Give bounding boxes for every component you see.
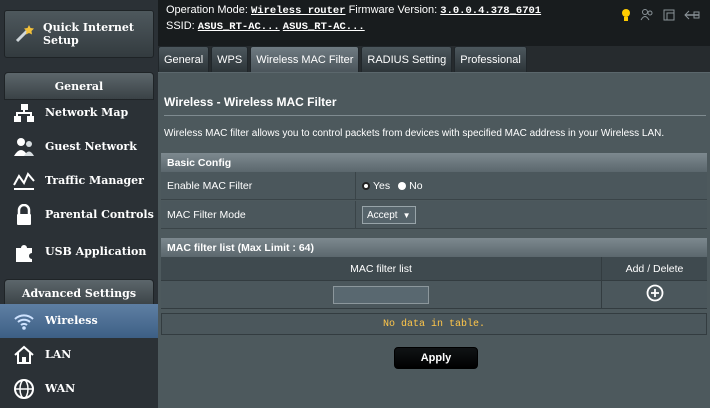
operation-mode-label: Operation Mode: [166,4,248,16]
magic-wand-icon [11,21,37,47]
mac-input-row [161,281,707,309]
mac-filter-mode-cell: Accept ▼ [355,201,707,229]
enable-mac-filter-options: Yes No [355,172,707,200]
sidebar-item-label: Parental Controls [45,208,154,221]
radio-yes-dot [362,182,370,190]
add-button[interactable] [646,284,664,307]
sidebar-item-label: Traffic Manager [45,174,144,187]
usb-status-icon[interactable] [662,8,676,27]
ssid-link-2[interactable]: ASUS_RT-AC... [283,21,365,33]
home-icon [11,342,37,368]
notification-bulb-icon[interactable] [620,8,632,27]
mac-filter-mode-value: Accept [367,209,398,221]
sidebar-item-wireless[interactable]: Wireless [0,304,158,338]
tab-radius-setting[interactable]: RADIUS Setting [361,46,453,72]
col-mac-filter-list: MAC filter list [350,263,412,275]
lock-icon [11,202,37,228]
radio-no-label: No [409,180,423,192]
sidebar-item-label: WAN [45,382,76,395]
sidebar-item-network-map[interactable]: Network Map [0,96,158,130]
radio-no[interactable]: No [398,180,423,192]
sidebar-item-parental-controls[interactable]: Parental Controls [0,198,158,232]
page-title: Wireless - Wireless MAC Filter [164,95,337,109]
sidebar-item-guest-network[interactable]: Guest Network [0,130,158,164]
tab-professional[interactable]: Professional [454,46,527,72]
puzzle-icon [11,239,37,265]
guest-network-icon [11,134,37,160]
col-add-delete: Add / Delete [601,257,707,281]
quick-internet-setup-button[interactable]: Quick Internet Setup [4,10,154,58]
globe-icon [11,376,37,402]
sidebar-item-label: LAN [45,348,72,361]
empty-table-message: No data in table. [161,313,707,335]
ssid-label: SSID: [166,20,195,32]
enable-mac-filter-label: Enable MAC Filter [167,180,253,192]
firmware-version-link[interactable]: 3.0.0.4.378_6701 [440,5,541,17]
mac-list-columns: MAC filter list Add / Delete [161,257,707,281]
network-map-icon [11,100,37,126]
tab-wps[interactable]: WPS [211,46,249,72]
tab-bar: General WPS Wireless MAC Filter RADIUS S… [158,46,529,72]
advanced-settings-header: Advanced Settings [4,279,154,307]
traffic-manager-icon [11,168,37,194]
enable-mac-filter-row: Enable MAC Filter Yes No [161,172,707,200]
sidebar-item-traffic-manager[interactable]: Traffic Manager [0,164,158,198]
operation-mode-link[interactable]: Wireless router [251,5,346,17]
radio-no-dot [398,182,407,190]
quick-setup-label: Quick Internet Setup [43,21,135,47]
mac-filter-mode-select[interactable]: Accept ▼ [362,206,416,224]
status-icons [620,8,700,27]
chevron-down-icon: ▼ [402,210,411,220]
add-cell [601,281,707,309]
tab-wireless-mac-filter[interactable]: Wireless MAC Filter [250,46,360,72]
operation-mode-line: Operation Mode: Wireless router Firmware… [166,4,541,17]
apply-button[interactable]: Apply [394,347,478,369]
plus-circle-icon [646,284,663,301]
sidebar-item-lan[interactable]: LAN [0,338,158,372]
network-status-icon[interactable] [684,8,700,27]
firmware-label: Firmware Version: [348,4,438,16]
sidebar-item-label: USB Application [45,245,147,258]
sidebar-item-label: Guest Network [45,140,137,153]
mac-filter-mode-row: MAC Filter Mode Accept ▼ [161,201,707,229]
title-divider [164,115,706,116]
mac-filter-mode-label: MAC Filter Mode [167,209,246,221]
mac-address-input[interactable] [333,286,429,304]
radio-yes[interactable]: Yes [362,180,390,192]
main-panel: Wireless - Wireless MAC Filter Wireless … [158,72,710,408]
sidebar-item-wan[interactable]: WAN [0,372,158,406]
clients-icon[interactable] [640,8,654,27]
sidebar: Quick Internet Setup General Network Map… [0,0,158,408]
mac-filter-list-header: MAC filter list (Max Limit : 64) [161,238,707,257]
wifi-icon [11,308,37,334]
page-description: Wireless MAC filter allows you to contro… [164,128,665,139]
ssid-link-1[interactable]: ASUS_RT-AC... [198,21,280,33]
sidebar-item-usb-application[interactable]: USB Application [0,235,158,269]
ssid-line: SSID: ASUS_RT-AC... ASUS_RT-AC... [166,20,365,33]
radio-yes-label: Yes [373,180,391,192]
basic-config-header: Basic Config [161,153,707,172]
sidebar-item-label: Network Map [45,106,129,119]
tab-general[interactable]: General [158,46,210,72]
top-header: Operation Mode: Wireless router Firmware… [158,0,710,46]
sidebar-item-label: Wireless [45,314,98,327]
